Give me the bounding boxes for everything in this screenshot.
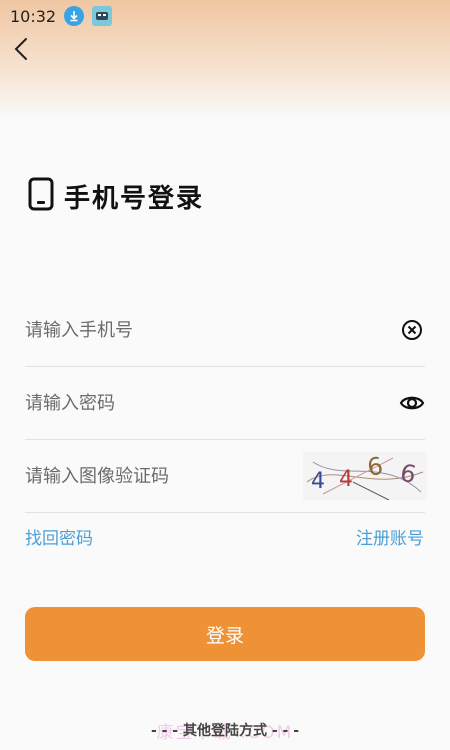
clear-circle-icon[interactable]	[399, 317, 425, 343]
phone-icon	[28, 177, 54, 215]
phone-input[interactable]	[25, 310, 399, 350]
password-field	[25, 367, 425, 440]
captcha-input[interactable]	[25, 456, 303, 496]
download-icon	[64, 6, 85, 26]
password-input[interactable]	[25, 383, 399, 423]
app-notification-icon	[92, 6, 113, 26]
status-bar: 10:32	[0, 0, 450, 32]
captcha-char-1: 4	[311, 469, 325, 494]
captcha-image[interactable]: 4 4 6 6	[303, 452, 427, 500]
chevron-left-icon[interactable]	[8, 34, 34, 64]
other-login-methods[interactable]: - - - 其他登陆方式 - - -	[0, 720, 450, 740]
status-time: 10:32	[10, 6, 57, 26]
eye-icon[interactable]	[399, 390, 425, 416]
captcha-char-2: 4	[339, 467, 353, 492]
login-button[interactable]: 登录	[25, 607, 425, 661]
register-link[interactable]: 注册账号	[356, 524, 424, 549]
captcha-field: 4 4 6 6	[25, 440, 427, 513]
forgot-password-link[interactable]: 找回密码	[25, 524, 93, 549]
page-title-row: 手机号登录	[28, 177, 205, 215]
page-title: 手机号登录	[64, 183, 205, 214]
phone-field	[25, 294, 425, 367]
